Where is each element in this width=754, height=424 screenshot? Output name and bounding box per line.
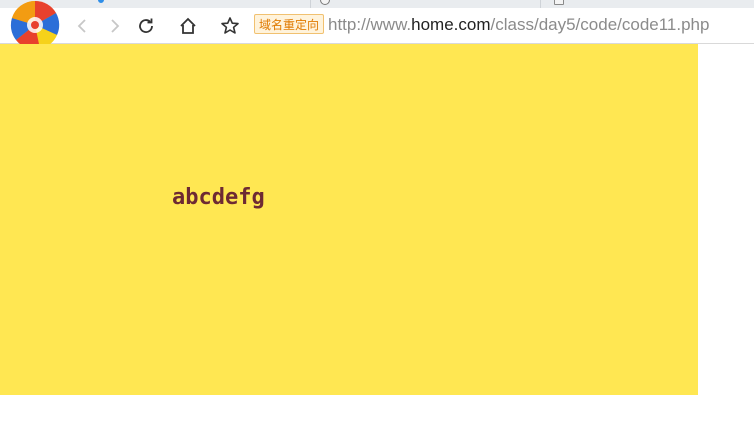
page-icon <box>554 0 564 5</box>
blue-dot-icon <box>98 0 104 3</box>
home-button[interactable] <box>176 14 200 38</box>
chevron-left-icon <box>77 19 86 33</box>
demo-text: abcdefg <box>172 185 265 210</box>
bookmark-button[interactable] <box>218 14 242 38</box>
home-icon <box>180 17 196 34</box>
page-content: abcdefg <box>0 44 754 424</box>
globe-icon <box>320 0 330 5</box>
url-path: /class/day5/code/code11.php <box>490 15 710 34</box>
browser-toolbar: 域名重定向 http://www.home.com/class/day5/cod… <box>0 0 754 50</box>
tab-1[interactable] <box>60 0 311 8</box>
back-button[interactable] <box>70 14 94 38</box>
yellow-box: abcdefg <box>0 44 698 395</box>
domain-redirect-badge[interactable]: 域名重定向 <box>254 14 325 34</box>
tab-2[interactable] <box>310 0 541 8</box>
forward-button[interactable] <box>103 14 127 38</box>
url-host: home.com <box>411 15 491 34</box>
star-icon <box>221 17 239 34</box>
reload-button[interactable] <box>134 14 158 38</box>
browser-logo-icon <box>10 0 60 50</box>
reload-icon <box>139 18 153 33</box>
chevron-right-icon <box>111 19 120 33</box>
address-bar[interactable]: http://www.home.com/class/day5/code/code… <box>328 14 709 38</box>
url-scheme: http://www. <box>328 15 412 34</box>
tab-3[interactable] <box>540 0 754 8</box>
